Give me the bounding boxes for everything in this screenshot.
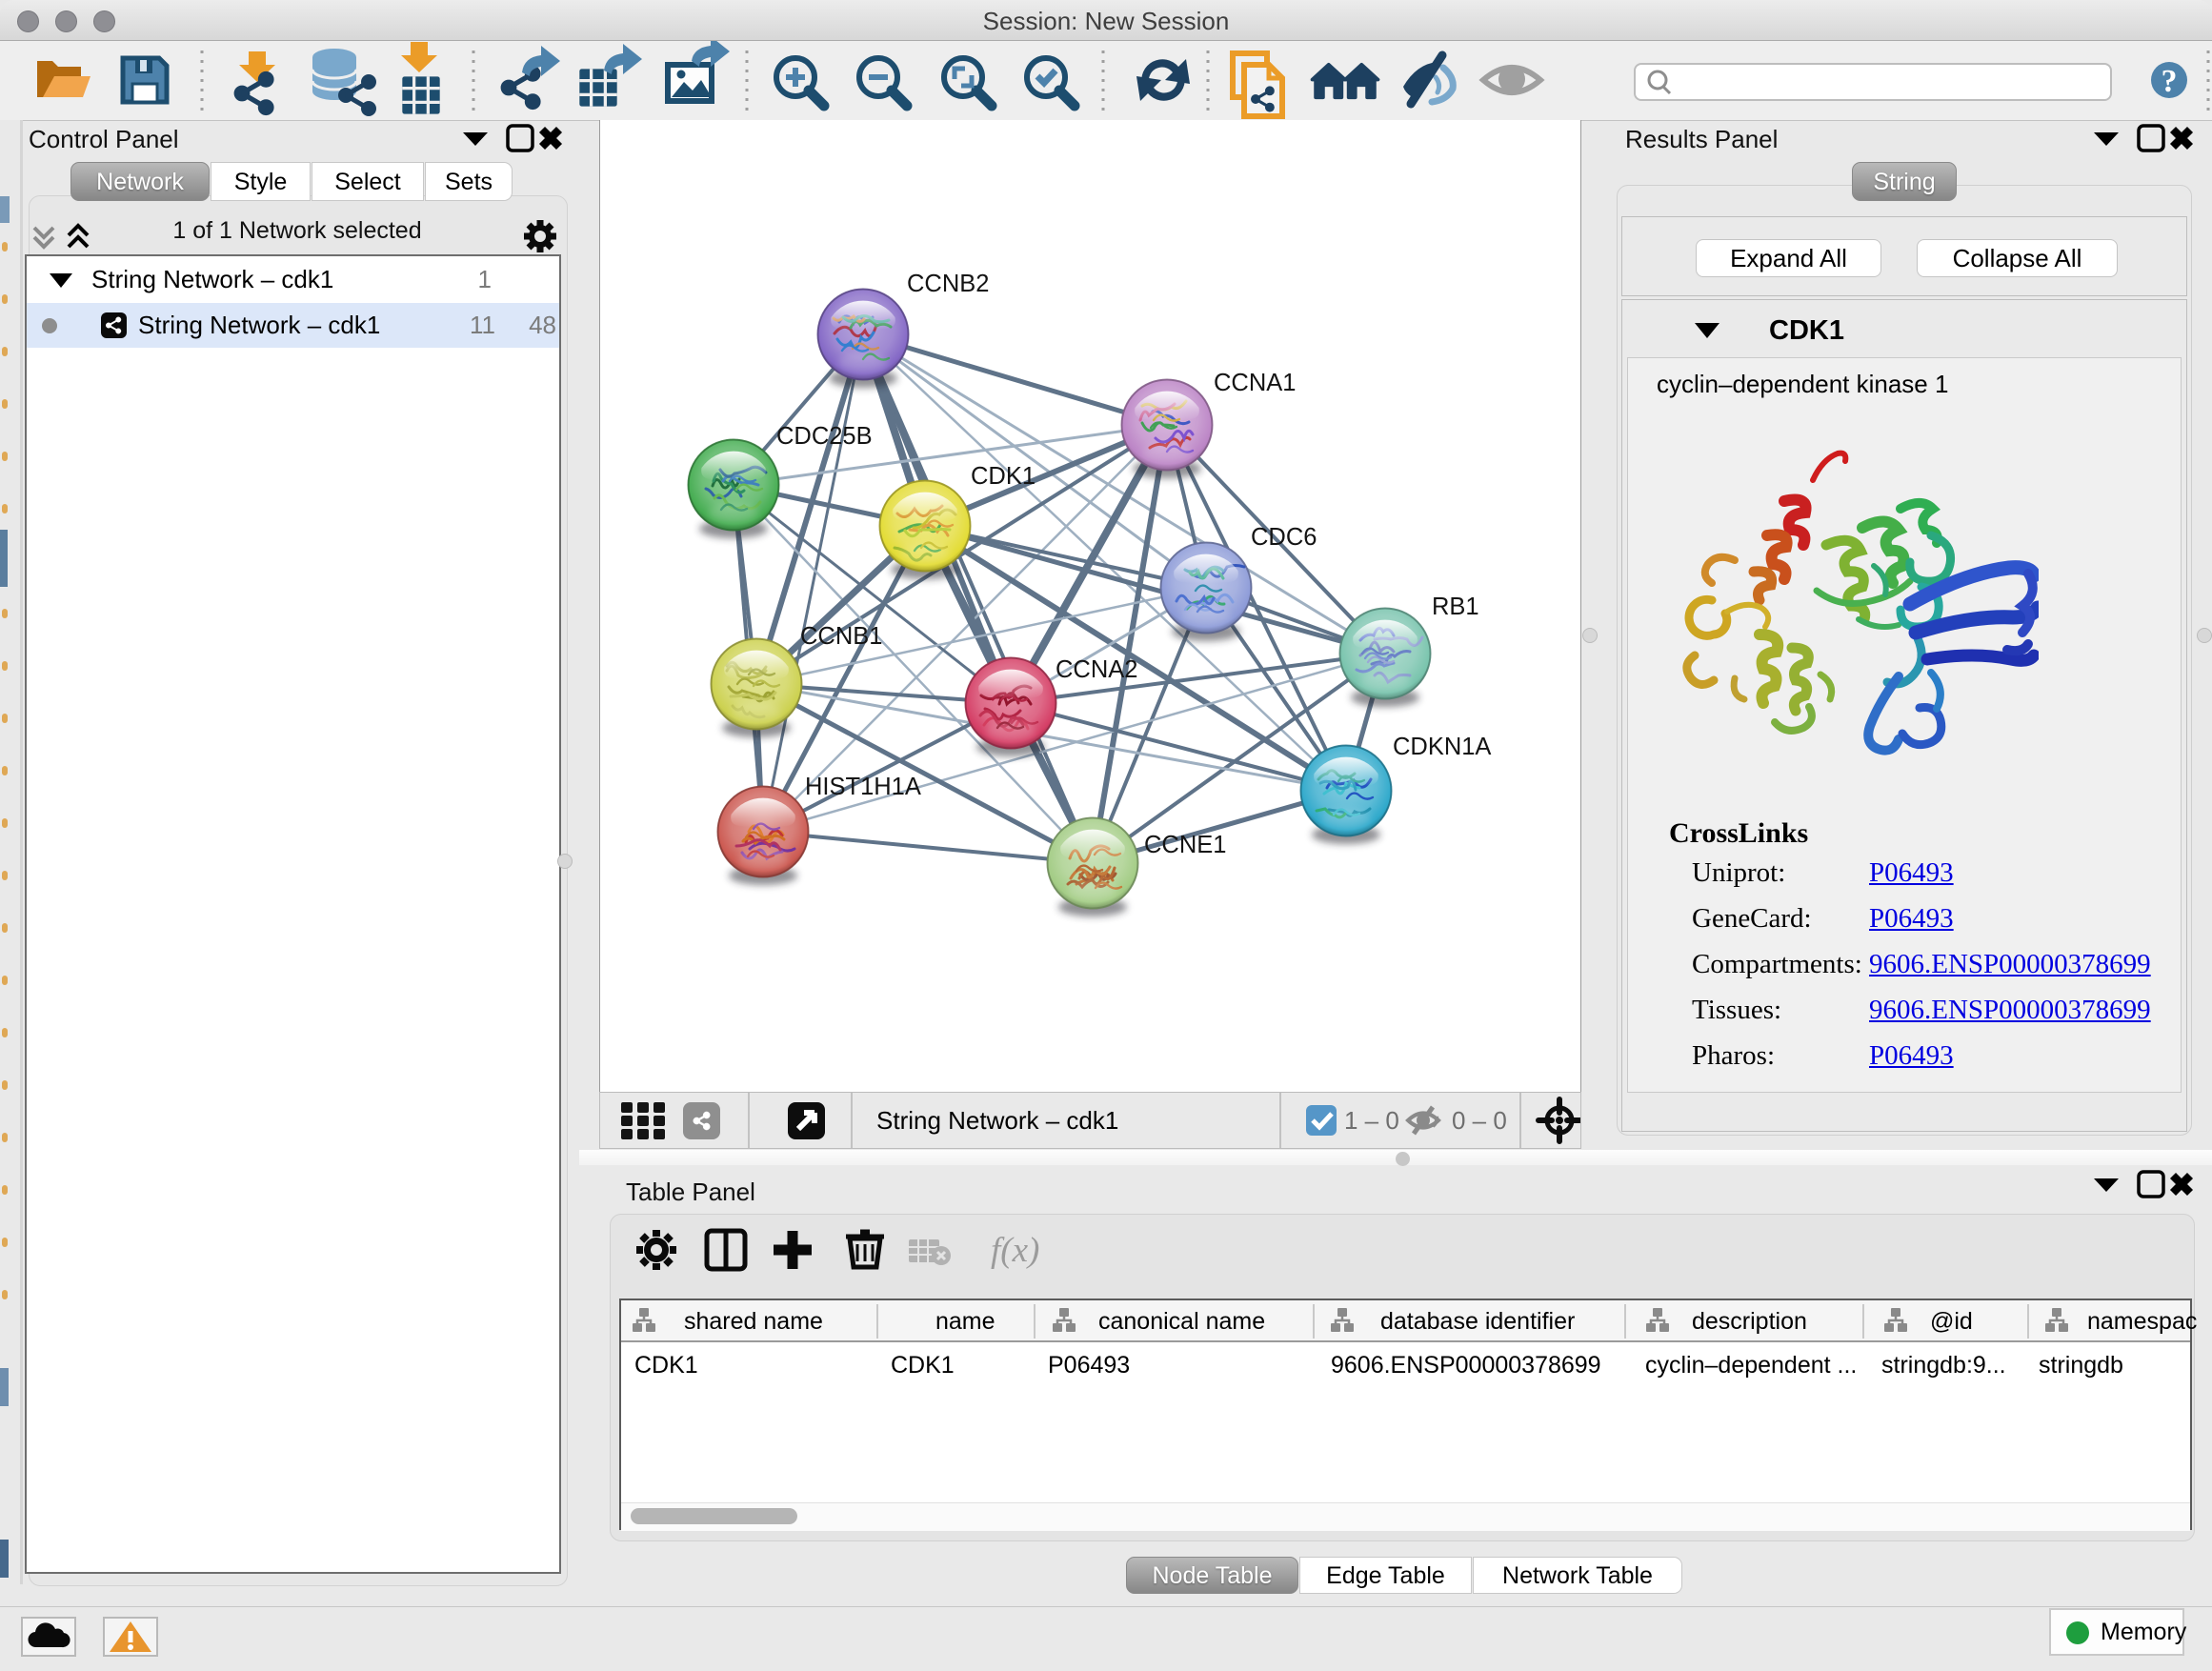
svg-text:?: ? (2162, 64, 2178, 99)
svg-text:CDK1: CDK1 (971, 463, 1036, 490)
svg-text:CCNA1: CCNA1 (1214, 370, 1296, 396)
svg-text:CCNB1: CCNB1 (800, 623, 882, 650)
svg-text:0 – 0: 0 – 0 (1452, 1106, 1507, 1135)
svg-text:CCNA2: CCNA2 (1056, 656, 1137, 683)
svg-text:f(x): f(x) (991, 1231, 1039, 1270)
svg-text:HIST1H1A: HIST1H1A (805, 774, 921, 800)
svg-text:String Network – cdk1: String Network – cdk1 (876, 1106, 1118, 1135)
svg-text:CDKN1A: CDKN1A (1393, 734, 1491, 760)
svg-text:CDC6: CDC6 (1251, 524, 1317, 551)
svg-text:CDC25B: CDC25B (776, 423, 873, 450)
svg-text:CCNE1: CCNE1 (1144, 832, 1226, 858)
svg-text:RB1: RB1 (1432, 594, 1479, 620)
svg-text:CCNB2: CCNB2 (907, 271, 989, 297)
svg-text:1 – 0: 1 – 0 (1344, 1106, 1399, 1135)
